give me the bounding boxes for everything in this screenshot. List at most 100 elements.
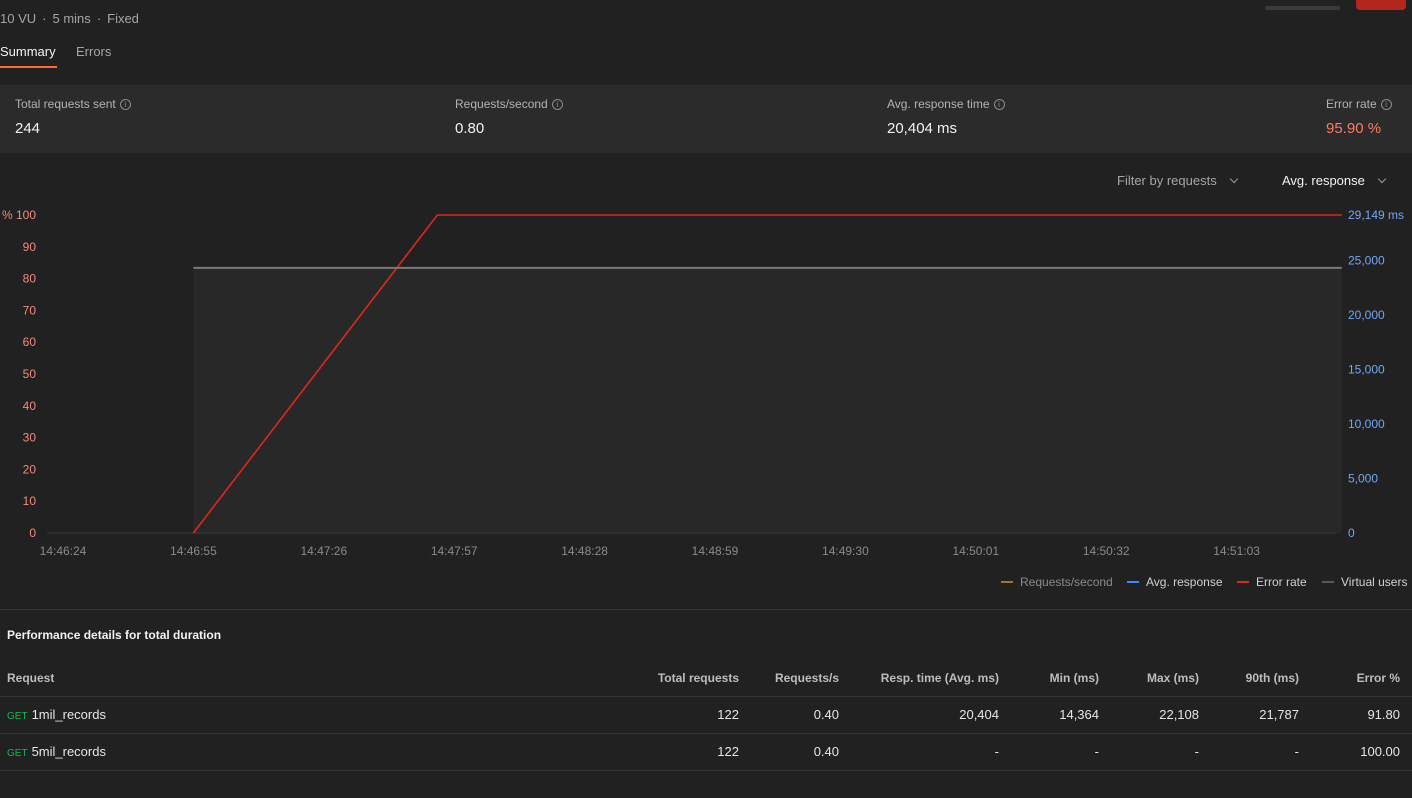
horizontal-scrollbar[interactable] [1265, 6, 1340, 10]
performance-chart: 0 10 20 30 40 50 60 70 80 90 % 100 0 5,000 10,000 15,0… [2, 208, 1404, 558]
y-left-tick-label: 40 [23, 399, 37, 413]
stat-value: 95.90 % [1326, 120, 1382, 137]
y-left-tick-label: 10 [23, 494, 37, 508]
table-cell: - [1211, 733, 1311, 771]
stat-label: Avg. response time [887, 97, 990, 111]
legend-swatch [1322, 581, 1334, 583]
stat-label: Error rate [1326, 97, 1377, 111]
x-tick-label: 14:46:24 [40, 544, 87, 558]
http-method-badge: GET [7, 748, 28, 759]
x-tick-label: 14:47:26 [300, 544, 347, 558]
table-cell: 22,108 [1111, 696, 1211, 734]
y-left-tick-label: 60 [23, 335, 37, 349]
y-right-tick-label: 20,000 [1348, 308, 1385, 322]
legend-swatch [1237, 581, 1249, 583]
legend-label: Requests/second [1020, 575, 1113, 589]
col-requests-per-second: Requests/s [751, 660, 851, 697]
y-right-tick-label: 29,149 ms [1348, 208, 1404, 222]
y-right-tick-label: 15,000 [1348, 362, 1385, 376]
info-icon[interactable]: i [119, 98, 131, 110]
table-cell: 20,404 [851, 696, 1011, 734]
table-cell: 21,787 [1211, 696, 1311, 734]
stat-value: 0.80 [455, 120, 485, 137]
load-profile: Fixed [107, 11, 139, 26]
chevron-down-icon [1377, 174, 1387, 183]
y-left-tick-label: 70 [23, 303, 37, 317]
stat-total-requests: Total requests sent i 244 [15, 97, 131, 137]
table-cell: 91.80 [1311, 696, 1412, 734]
stat-avg-response-time: Avg. response time i 20,404 ms [887, 97, 1005, 137]
y-left-tick-label: % 100 [2, 208, 36, 222]
x-tick-label: 14:46:55 [170, 544, 217, 558]
legend-item-error-rate[interactable]: Error rate [1237, 575, 1307, 589]
run-meta: 10 VU · 5 mins · Fixed [0, 11, 139, 26]
legend-label: Avg. response [1146, 575, 1223, 589]
chevron-down-icon [1229, 174, 1238, 183]
y-left-tick-label: 0 [29, 526, 36, 540]
legend-swatch [1127, 581, 1139, 583]
http-method-badge: GET [7, 711, 28, 722]
x-tick-label: 14:49:30 [822, 544, 869, 558]
stat-label: Total requests sent [15, 97, 116, 111]
table-cell: 122 [560, 696, 751, 734]
col-resp-time: Resp. time (Avg. ms) [851, 660, 1011, 697]
legend-item-avg-response[interactable]: Avg. response [1127, 575, 1223, 589]
table-cell: - [1011, 733, 1111, 771]
section-divider [0, 609, 1412, 610]
tab-summary[interactable]: Summary [0, 44, 57, 68]
col-min: Min (ms) [1011, 660, 1111, 697]
stat-requests-per-second: Requests/second i 0.80 [455, 97, 563, 137]
run-button[interactable] [1356, 0, 1406, 10]
metric-dropdown[interactable]: Avg. response [1282, 173, 1387, 188]
legend-label: Error rate [1256, 575, 1307, 589]
x-tick-label: 14:50:32 [1083, 544, 1130, 558]
y-right-tick-label: 25,000 [1348, 253, 1385, 267]
separator: · [96, 11, 102, 26]
x-tick-label: 14:47:57 [431, 544, 478, 558]
stat-value: 20,404 ms [887, 120, 958, 137]
info-icon[interactable]: i [993, 98, 1005, 110]
info-icon[interactable]: i [1380, 98, 1392, 110]
tab-errors[interactable]: Errors [76, 44, 111, 59]
info-icon[interactable]: i [551, 98, 563, 110]
legend-item-virtual-users[interactable]: Virtual users [1322, 575, 1407, 589]
y-right-tick-label: 0 [1348, 526, 1355, 540]
legend-label: Virtual users [1341, 575, 1408, 589]
y-left-tick-label: 20 [23, 462, 37, 476]
y-left-tick-label: 80 [23, 272, 37, 286]
filter-requests-dropdown[interactable]: Filter by requests [1117, 173, 1238, 188]
legend-item-requests-second[interactable]: Requests/second [1001, 575, 1113, 589]
stat-error-rate: Error rate i 95.90 % [1326, 97, 1392, 137]
table-cell: 122 [560, 733, 751, 771]
request-name[interactable]: 1mil_records [32, 707, 106, 722]
col-request: Request [0, 660, 560, 697]
table-cell: 14,364 [1011, 696, 1111, 734]
table-cell: 100.00 [1311, 733, 1412, 771]
table-row[interactable]: GET 1mil_records 122 0.40 20,404 14,364 2… [0, 696, 1412, 734]
request-cell: GET 5mil_records [0, 733, 560, 771]
col-max: Max (ms) [1111, 660, 1211, 697]
x-tick-label: 14:48:59 [692, 544, 739, 558]
metric-label: Avg. response [1282, 173, 1365, 188]
performance-title: Performance details for total duration [7, 628, 222, 642]
run-duration: 5 mins [52, 11, 91, 26]
request-cell: GET 1mil_records [0, 696, 560, 734]
table-cell: 0.40 [751, 696, 851, 734]
table-row[interactable]: GET 5mil_records 122 0.40 - - - - 100.00 [0, 733, 1412, 771]
col-error-percent: Error % [1311, 660, 1412, 697]
x-tick-label: 14:48:28 [561, 544, 608, 558]
performance-table: Request Total requests Requests/s Resp. … [0, 660, 1412, 771]
stat-label: Requests/second [455, 97, 548, 111]
filter-requests-label: Filter by requests [1117, 173, 1217, 188]
x-tick-label: 14:51:03 [1213, 544, 1260, 558]
stat-value: 244 [15, 120, 41, 137]
y-right-tick-label: 5,000 [1348, 471, 1378, 485]
y-right-tick-label: 10,000 [1348, 417, 1385, 431]
request-name[interactable]: 5mil_records [32, 744, 106, 759]
legend-swatch [1001, 581, 1013, 583]
y-left-tick-label: 30 [23, 431, 37, 445]
table-cell: 0.40 [751, 733, 851, 771]
col-90th: 90th (ms) [1211, 660, 1311, 697]
vu-count: 10 VU [0, 11, 37, 26]
table-cell: - [851, 733, 1011, 771]
